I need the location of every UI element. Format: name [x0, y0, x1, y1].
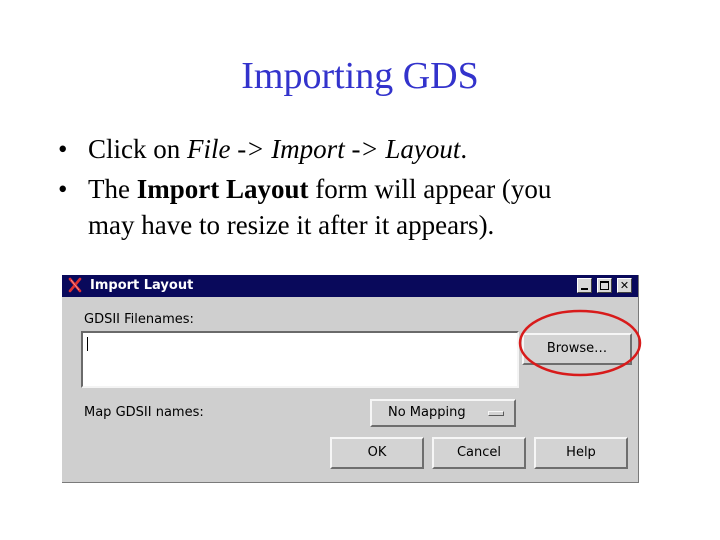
map-gdsii-names-label: Map GDSII names:	[84, 405, 204, 420]
text-cursor	[87, 337, 88, 351]
import-layout-dialog: Import Layout ✕ GDSII Filenames: Browse……	[61, 274, 638, 482]
map-gdsii-names-select[interactable]: No Mapping	[370, 399, 516, 427]
minimize-icon	[581, 288, 588, 290]
bullet-2-line2: may have to resize it after it appears).	[88, 210, 495, 240]
bullet-item-2: • The Import Layout form will appear (yo…	[58, 172, 698, 242]
gdsii-filenames-field[interactable]	[81, 331, 519, 388]
bullet-dot: •	[58, 134, 68, 164]
cancel-button[interactable]: Cancel	[432, 437, 526, 469]
x-logo-icon	[68, 277, 82, 293]
bullet-2-form-name: Import Layout	[136, 174, 309, 204]
gdsii-filenames-label: GDSII Filenames:	[84, 312, 194, 327]
bullet-1-suffix: .	[460, 134, 468, 164]
maximize-button[interactable]	[597, 278, 612, 293]
option-menu-indicator-icon	[488, 411, 504, 416]
close-icon: ✕	[619, 279, 630, 292]
minimize-button[interactable]	[577, 278, 592, 293]
dialog-titlebar[interactable]: Import Layout ✕	[62, 275, 638, 297]
maximize-icon	[600, 281, 609, 290]
slide-title: Importing GDS	[241, 55, 479, 97]
bullet-1-menu-path: File -> Import -> Layout	[187, 134, 461, 164]
close-button[interactable]: ✕	[617, 278, 632, 293]
bullet-list: • Click on File -> Import -> Layout. • T…	[58, 132, 698, 248]
bullet-item-1: • Click on File -> Import -> Layout.	[58, 132, 698, 166]
bullet-dot: •	[58, 174, 68, 204]
help-button[interactable]: Help	[534, 437, 628, 469]
bullet-2-prefix: The	[88, 174, 137, 204]
bullet-1-prefix: Click on	[88, 134, 187, 164]
highlight-circle	[518, 309, 642, 377]
map-gdsii-names-value: No Mapping	[388, 405, 466, 420]
ok-button[interactable]: OK	[330, 437, 424, 469]
bullet-2-suffix: form will appear (you	[308, 174, 552, 204]
dialog-title: Import Layout	[90, 278, 194, 293]
